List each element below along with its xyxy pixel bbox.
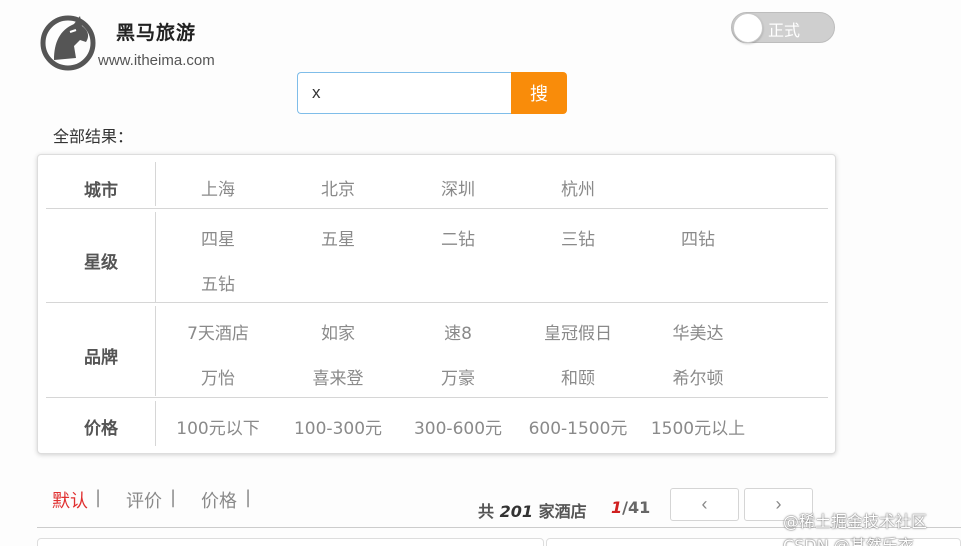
price-option[interactable]: 1500元以上 xyxy=(638,414,758,439)
horse-logo-icon xyxy=(40,15,96,71)
filter-label-city: 城市 xyxy=(84,181,118,201)
toggle-knob[interactable] xyxy=(733,13,763,43)
current-page: 1 xyxy=(611,498,623,517)
brand-option[interactable]: 希尔顿 xyxy=(638,364,758,389)
mode-toggle[interactable]: 正式 xyxy=(731,12,835,43)
divider xyxy=(155,401,156,446)
price-option[interactable]: 600-1500元 xyxy=(518,414,638,439)
count-prefix: 共 xyxy=(478,502,495,521)
row-separator xyxy=(46,208,828,209)
filter-label-price: 价格 xyxy=(84,419,118,439)
row-separator xyxy=(46,302,828,303)
brand-option[interactable]: 速8 xyxy=(398,319,518,344)
hotel-count: 共 201 家酒店 xyxy=(478,498,587,522)
search-input[interactable] xyxy=(297,72,513,114)
city-option[interactable]: 上海 xyxy=(158,175,278,200)
divider xyxy=(155,306,156,396)
brand-option[interactable]: 如家 xyxy=(278,319,398,344)
city-option[interactable]: 北京 xyxy=(278,175,398,200)
brand-option[interactable]: 7天酒店 xyxy=(158,319,278,344)
divider xyxy=(155,212,156,302)
price-option[interactable]: 100元以下 xyxy=(158,414,278,439)
watermark: @稀土掘金技术社区 CSDN @其然乐衣 xyxy=(783,512,928,546)
sort-price[interactable]: 价格 xyxy=(201,487,237,513)
chevron-left-icon: ‹ xyxy=(701,494,708,514)
chevron-right-icon: › xyxy=(775,494,782,514)
count-number: 201 xyxy=(499,502,533,521)
page-indicator: 1/41 xyxy=(611,498,650,517)
sort-default[interactable]: 默认 xyxy=(52,487,88,513)
sort-separator: | xyxy=(95,487,102,508)
results-label: 全部结果： xyxy=(53,127,134,146)
star-option[interactable]: 四钻 xyxy=(638,225,758,250)
filter-panel: 城市 上海 北京 深圳 杭州 星级 四星 五星 二钻 三钻 四钻 五钻 品牌 7… xyxy=(37,154,836,454)
brand-option[interactable]: 皇冠假日 xyxy=(518,319,638,344)
star-option[interactable]: 四星 xyxy=(158,225,278,250)
brand-option[interactable]: 万豪 xyxy=(398,364,518,389)
prev-page-button[interactable]: ‹ xyxy=(670,488,739,521)
city-option[interactable]: 杭州 xyxy=(518,175,638,200)
star-option[interactable]: 五星 xyxy=(278,225,398,250)
brand-option[interactable]: 华美达 xyxy=(638,319,758,344)
filter-label-star: 星级 xyxy=(84,253,118,273)
brand-option[interactable]: 和颐 xyxy=(518,364,638,389)
sort-separator: | xyxy=(170,487,177,508)
star-option[interactable]: 三钻 xyxy=(518,225,638,250)
sort-separator: | xyxy=(245,487,252,508)
divider xyxy=(155,162,156,206)
price-option[interactable]: 100-300元 xyxy=(278,414,398,439)
row-separator xyxy=(46,397,828,398)
total-pages: /41 xyxy=(622,498,651,517)
search-button[interactable]: 搜 xyxy=(511,72,567,114)
brand-url: www.itheima.com xyxy=(98,52,215,69)
sort-rating[interactable]: 评价 xyxy=(126,487,162,513)
toggle-label: 正式 xyxy=(768,21,801,40)
star-option[interactable]: 二钻 xyxy=(398,225,518,250)
city-option[interactable]: 深圳 xyxy=(398,175,518,200)
brand-option[interactable]: 万怡 xyxy=(158,364,278,389)
hotel-card[interactable] xyxy=(37,538,544,546)
price-option[interactable]: 300-600元 xyxy=(398,414,518,439)
count-suffix: 家酒店 xyxy=(538,502,587,521)
star-option[interactable]: 五钻 xyxy=(158,270,278,295)
filter-label-brand: 品牌 xyxy=(84,348,118,368)
brand-title: 黑马旅游 xyxy=(116,22,197,44)
brand-option[interactable]: 喜来登 xyxy=(278,364,398,389)
